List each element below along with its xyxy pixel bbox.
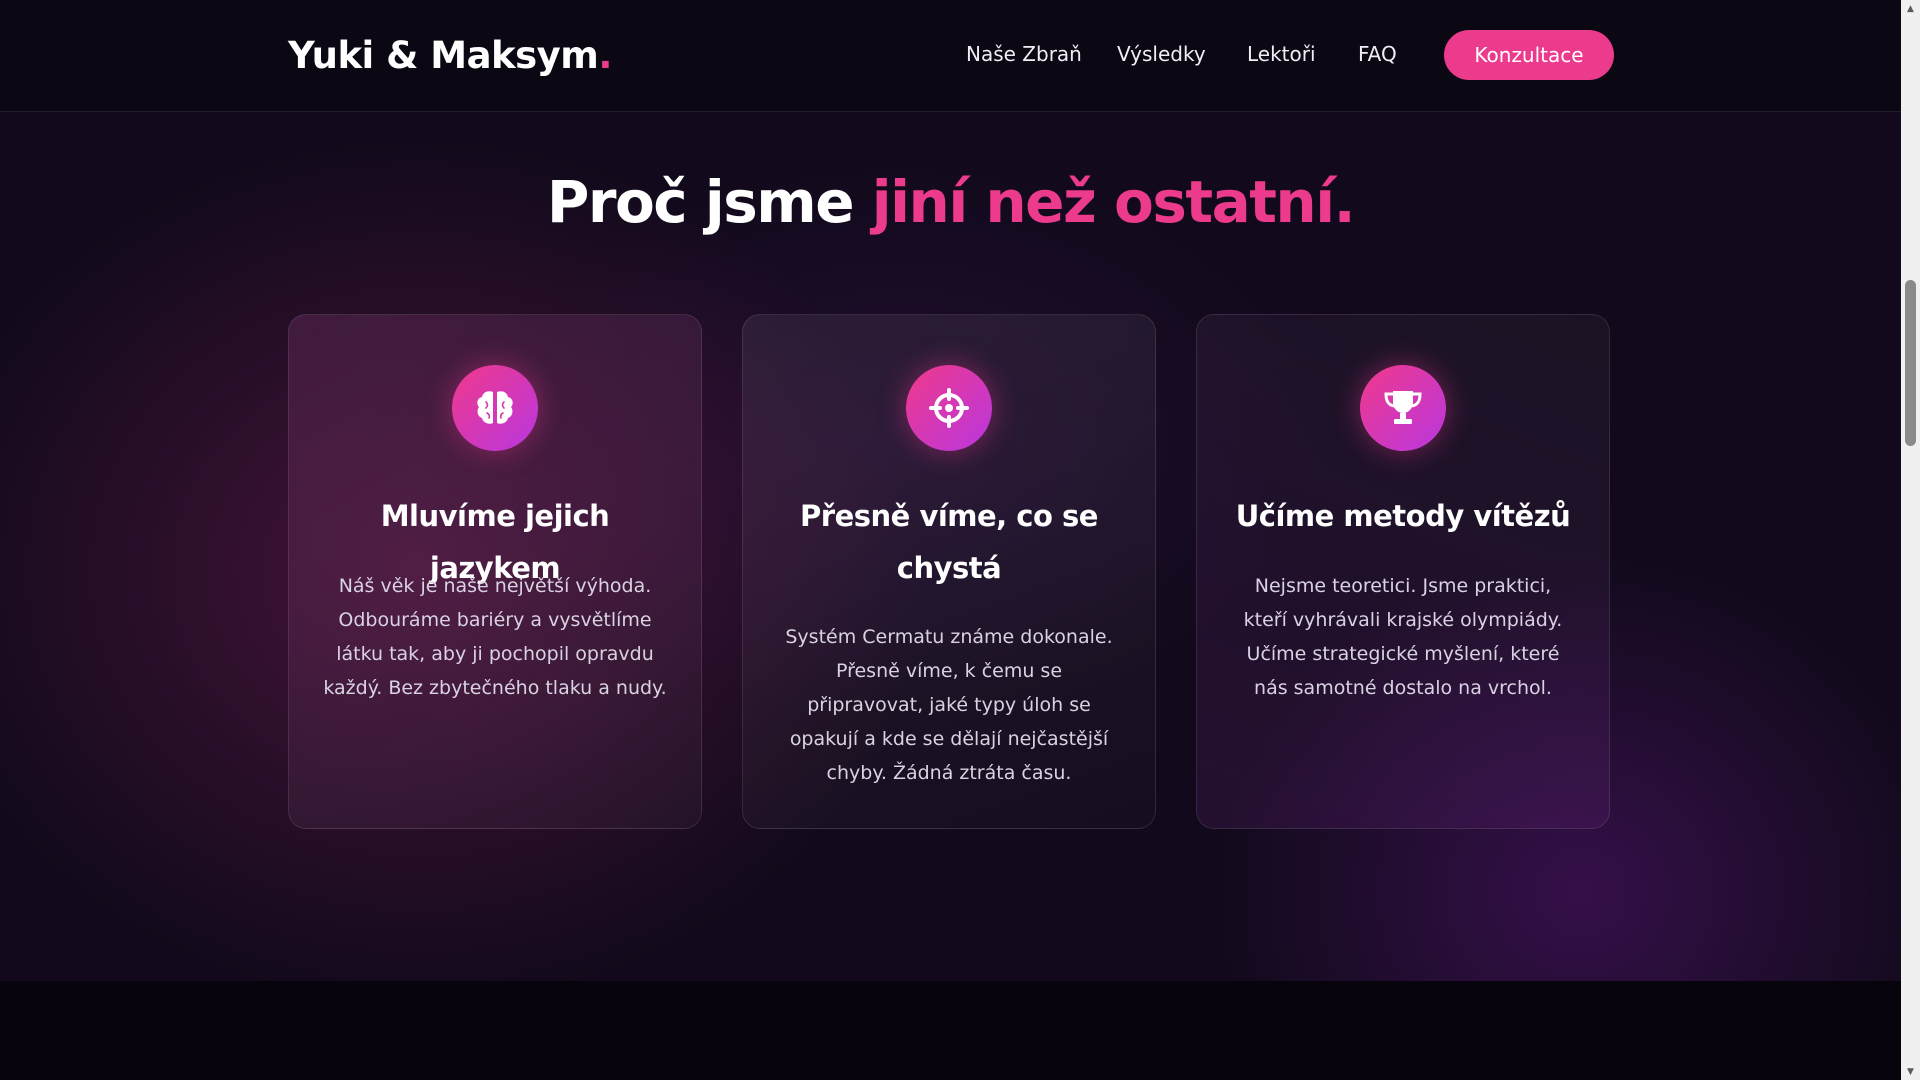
crosshair-icon — [929, 388, 969, 428]
nav-link-nase-zbran[interactable]: Naše Zbraň — [966, 42, 1082, 66]
trophy-icon — [1384, 391, 1422, 424]
logo-dot: . — [598, 34, 612, 77]
logo[interactable]: Yuki & Maksym. — [288, 34, 612, 77]
card-title: Přesně víme, co se chystá — [800, 499, 1098, 585]
feature-icon-badge — [906, 365, 992, 451]
nav-link-faq[interactable]: FAQ — [1358, 42, 1397, 66]
konzultace-button[interactable]: Konzultace — [1444, 30, 1614, 80]
nav-link-vysledky[interactable]: Výsledky — [1117, 42, 1206, 66]
page: Yuki & Maksym. Naše Zbraň Výsledky Lekto… — [0, 0, 1920, 1080]
feature-card-cermat: Přesně víme, co se chystá Systém Cermatu… — [742, 314, 1156, 829]
heading-plain: Proč jsme — [546, 168, 855, 236]
card-text: Náš věk je naše největší výhoda. Odbourá… — [323, 575, 667, 699]
card-text: Systém Cermatu známe dokonale. Přesně ví… — [785, 626, 1113, 784]
heading-accent: jiní než ostatní. — [871, 168, 1356, 236]
why-us-section: Proč jsme jiní než ostatní. Mluvíme jeji… — [0, 112, 1901, 981]
viewport: Yuki & Maksym. Naše Zbraň Výsledky Lekto… — [0, 0, 1901, 1080]
next-section-band — [0, 981, 1901, 1080]
card-text: Nejsme teoretici. Jsme praktici, kteří v… — [1243, 575, 1563, 699]
card-title: Učíme metody vítězů — [1235, 499, 1571, 533]
feature-card-winners: Učíme metody vítězů Nejsme teoretici. Js… — [1196, 314, 1610, 829]
feature-icon-badge — [1360, 365, 1446, 451]
page-scrollbar[interactable]: ▲ ▼ — [1901, 0, 1920, 1080]
brain-icon — [477, 391, 513, 424]
section-heading: Proč jsme jiní než ostatní. — [0, 168, 1901, 236]
scroll-up-arrow-icon[interactable]: ▲ — [1901, 0, 1920, 17]
logo-text: Yuki & Maksym — [288, 34, 599, 77]
feature-card-language: Mluvíme jejich jazykem Náš věk je naše n… — [288, 314, 702, 829]
feature-icon-badge — [452, 365, 538, 451]
scrollbar-thumb[interactable] — [1905, 280, 1916, 446]
site-header: Yuki & Maksym. Naše Zbraň Výsledky Lekto… — [0, 0, 1901, 112]
scroll-down-arrow-icon[interactable]: ▼ — [1901, 1063, 1920, 1080]
nav-link-lektori[interactable]: Lektoři — [1247, 42, 1316, 66]
